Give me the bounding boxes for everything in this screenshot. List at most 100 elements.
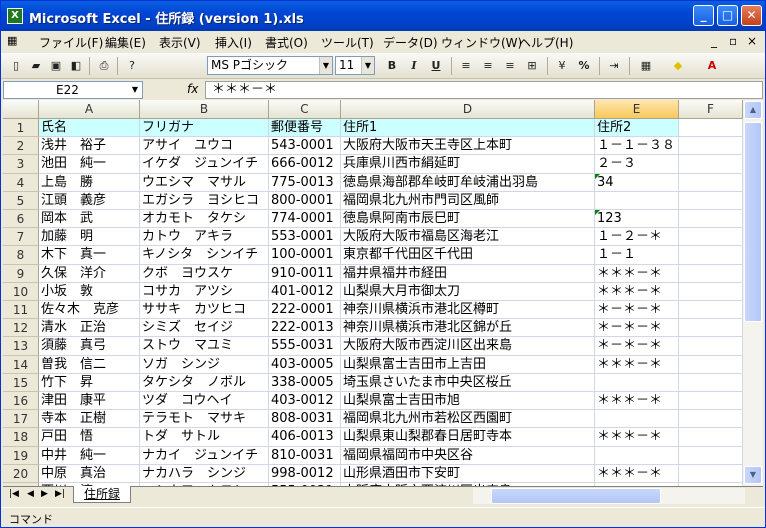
cell[interactable]: 403-0005 — [269, 355, 341, 374]
italic-button[interactable]: I — [405, 57, 423, 75]
column-header-f[interactable]: F — [679, 100, 743, 119]
cell[interactable]: 338-0005 — [269, 373, 341, 392]
cell[interactable] — [679, 282, 743, 301]
cell[interactable] — [679, 392, 743, 411]
cell[interactable]: 兵庫県川西市絹延町 — [341, 155, 595, 174]
cell[interactable]: 403-0012 — [269, 392, 341, 411]
cell[interactable]: １－１－３８ — [595, 137, 679, 156]
cell[interactable]: ナカハラ シンジ — [140, 464, 269, 483]
cell[interactable]: 山形県酒田市下安町 — [341, 464, 595, 483]
sheet-tab[interactable]: 住所録 — [73, 486, 131, 503]
cell[interactable] — [679, 355, 743, 374]
select-all-corner[interactable] — [3, 100, 39, 119]
close-button[interactable]: ✕ — [741, 5, 762, 26]
row-header[interactable]: 2 — [3, 137, 39, 156]
cell[interactable]: 曽我 信二 — [39, 355, 140, 374]
cell[interactable] — [679, 410, 743, 429]
cell[interactable]: 406-0013 — [269, 428, 341, 447]
row-header[interactable]: 11 — [3, 301, 39, 320]
row-header[interactable]: 15 — [3, 373, 39, 392]
menu-view[interactable]: 表示(V) — [159, 34, 201, 51]
cell[interactable]: 寺本 正樹 — [39, 410, 140, 429]
cell[interactable]: 福井県福井市経田 — [341, 264, 595, 283]
row-header[interactable]: 6 — [3, 210, 39, 229]
cell[interactable] — [679, 173, 743, 192]
cell[interactable]: 山梨県富士吉田市旭 — [341, 392, 595, 411]
font-size-select[interactable]: 11 ▼ — [335, 56, 375, 75]
cell[interactable]: 100-0001 — [269, 246, 341, 265]
percent-button[interactable]: % — [575, 57, 593, 75]
print-icon[interactable]: ⎙ — [95, 57, 113, 75]
cell[interactable]: 543-0001 — [269, 137, 341, 156]
cell[interactable]: 山梨県富士吉田市上吉田 — [341, 355, 595, 374]
cell[interactable]: 津田 康平 — [39, 392, 140, 411]
cell[interactable]: ソガ シンジ — [140, 355, 269, 374]
cell[interactable]: 戸田 悟 — [39, 428, 140, 447]
cell[interactable]: 東京都千代田区千代田 — [341, 246, 595, 265]
cell[interactable]: 木下 真一 — [39, 246, 140, 265]
cell[interactable]: 34 — [595, 173, 679, 192]
fx-icon[interactable]: fx — [187, 82, 198, 96]
cell[interactable]: 222-0001 — [269, 301, 341, 320]
row-header[interactable]: 8 — [3, 246, 39, 265]
cell[interactable]: テラモト マサキ — [140, 410, 269, 429]
first-sheet-icon[interactable]: |◀ — [9, 489, 19, 499]
cell[interactable]: 800-0001 — [269, 191, 341, 210]
scroll-up-icon[interactable]: ▲ — [744, 101, 762, 119]
cell[interactable]: 808-0031 — [269, 410, 341, 429]
cell[interactable]: 福岡県北九州市若松区西園町 — [341, 410, 595, 429]
cell[interactable]: 福岡県北九州市門司区風師 — [341, 191, 595, 210]
font-name-select[interactable]: MS Pゴシック ▼ — [207, 56, 333, 75]
cell[interactable]: キノシタ シンイチ — [140, 246, 269, 265]
last-sheet-icon[interactable]: ▶| — [55, 489, 65, 499]
column-header-b[interactable]: B — [140, 100, 269, 119]
cell[interactable]: 810-0031 — [269, 446, 341, 465]
help-icon[interactable]: ? — [123, 57, 141, 75]
align-right-icon[interactable]: ≡ — [501, 57, 519, 75]
menu-tools[interactable]: ツール(T) — [321, 34, 374, 51]
menu-window[interactable]: ウィンドウ(W) — [441, 34, 522, 51]
vertical-scrollbar[interactable]: ▲ ▼ — [743, 100, 763, 486]
cell[interactable] — [595, 446, 679, 465]
doc-close-icon[interactable]: × — [747, 34, 757, 48]
cell[interactable]: ２－３ — [595, 155, 679, 174]
cell[interactable] — [679, 191, 743, 210]
indent-icon[interactable]: ⇥ — [605, 57, 623, 75]
row-header[interactable]: 1 — [3, 119, 39, 138]
cell[interactable]: ＊＊＊－＊ — [595, 428, 679, 447]
cell[interactable]: 大阪府大阪市天王寺区上本町 — [341, 137, 595, 156]
doc-minimize-icon[interactable]: _ — [711, 34, 717, 48]
cell[interactable]: カトウ アキラ — [140, 228, 269, 247]
cell[interactable]: ササキ カツヒコ — [140, 301, 269, 320]
header-cell[interactable]: 氏名 — [39, 119, 140, 138]
cell[interactable]: アサイ ユウコ — [140, 137, 269, 156]
cell[interactable]: オカモト タケシ — [140, 210, 269, 229]
row-header[interactable]: 13 — [3, 337, 39, 356]
menu-data[interactable]: データ(D) — [383, 34, 438, 51]
cell[interactable]: 222-0013 — [269, 319, 341, 338]
header-cell[interactable]: 住所1 — [341, 119, 595, 138]
cell[interactable]: コサカ アツシ — [140, 282, 269, 301]
menu-file[interactable]: ファイル(F) — [39, 34, 103, 51]
cell[interactable]: 中原 真治 — [39, 464, 140, 483]
cell[interactable]: ＊＊＊－＊ — [595, 464, 679, 483]
cell[interactable]: １－１ — [595, 246, 679, 265]
cell[interactable]: ＊＊＊－＊ — [595, 264, 679, 283]
cell[interactable]: 浅井 裕子 — [39, 137, 140, 156]
cell[interactable]: ストウ マユミ — [140, 337, 269, 356]
cell[interactable] — [679, 155, 743, 174]
cell[interactable] — [595, 410, 679, 429]
cell[interactable] — [679, 319, 743, 338]
name-box[interactable]: E22 ▼ — [3, 81, 143, 99]
row-header[interactable]: 4 — [3, 173, 39, 192]
menu-format[interactable]: 書式(O) — [265, 34, 308, 51]
cell[interactable]: １－２－＊ — [595, 228, 679, 247]
fill-color-icon[interactable]: ◆ — [669, 57, 687, 75]
row-header[interactable]: 20 — [3, 464, 39, 483]
cell[interactable]: 清水 正治 — [39, 319, 140, 338]
cell[interactable]: 上島 勝 — [39, 173, 140, 192]
cell[interactable]: 大阪府大阪市福島区海老江 — [341, 228, 595, 247]
cell[interactable]: 666-0012 — [269, 155, 341, 174]
cell[interactable]: 123 — [595, 210, 679, 229]
cell[interactable]: 竹下 昇 — [39, 373, 140, 392]
